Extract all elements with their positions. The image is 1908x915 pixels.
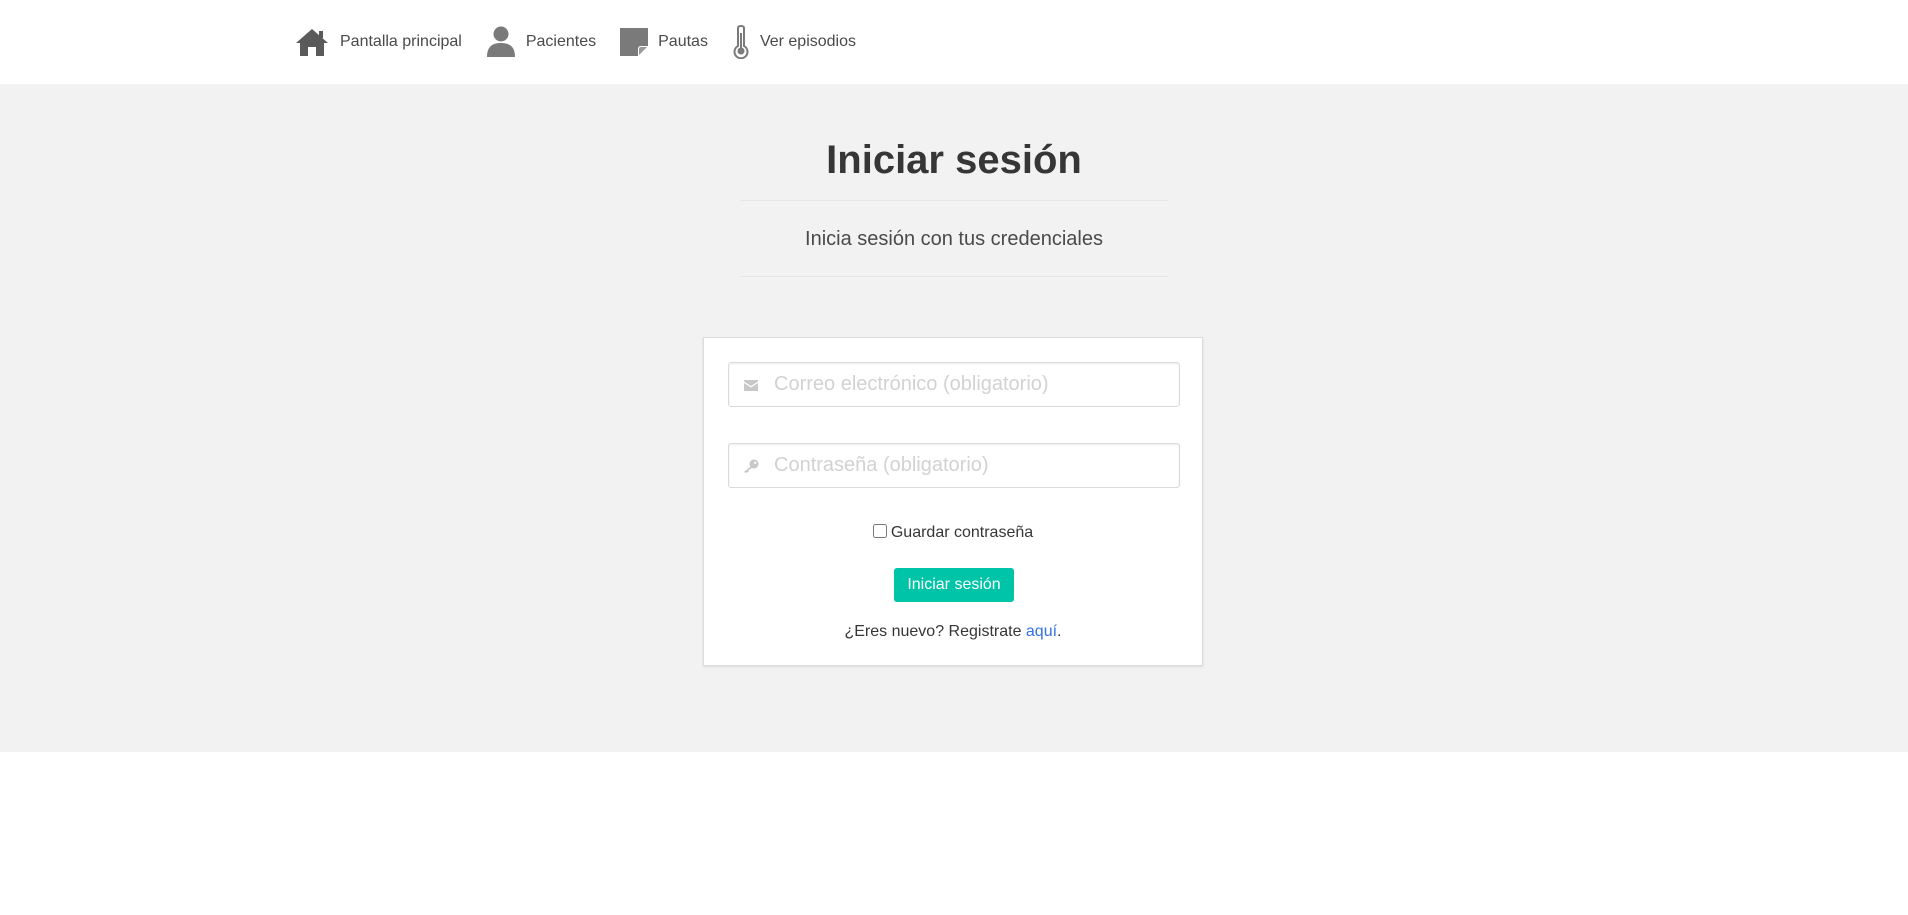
nav-item-patients[interactable]: Pacientes — [486, 26, 596, 58]
home-icon — [294, 27, 330, 57]
register-text: ¿Eres nuevo? Registrate — [844, 623, 1026, 640]
remember-checkbox[interactable] — [872, 524, 887, 538]
nav-items: Pantalla principal Pacientes Pautas Ver … — [294, 25, 880, 59]
email-input[interactable] — [729, 363, 1179, 406]
thermometer-icon — [732, 25, 750, 59]
page-title: Iniciar sesión — [826, 138, 1082, 182]
top-navbar: Pantalla principal Pacientes Pautas Ver … — [0, 0, 1908, 84]
user-icon — [486, 26, 516, 58]
register-suffix: . — [1057, 623, 1062, 640]
divider — [740, 200, 1168, 201]
register-link[interactable]: aquí — [1026, 623, 1057, 640]
login-hero: Iniciar sesión Inicia sesión con tus cre… — [0, 84, 1908, 752]
nav-item-label: Pautas — [658, 33, 708, 50]
nav-item-label: Pacientes — [525, 33, 597, 50]
nav-item-episodes[interactable]: Ver episodios — [732, 25, 856, 59]
nav-item-home[interactable]: Pantalla principal — [294, 27, 462, 57]
password-input[interactable] — [729, 444, 1179, 487]
nav-item-label: Pantalla principal — [340, 33, 462, 50]
remember-label: Guardar contraseña — [890, 524, 1034, 541]
note-icon — [620, 28, 649, 56]
email-field[interactable] — [728, 362, 1180, 407]
login-button[interactable]: Iniciar sesión — [894, 568, 1014, 602]
divider — [740, 276, 1168, 277]
nav-item-label: Ver episodios — [759, 33, 856, 50]
register-prompt: ¿Eres nuevo? Registrate aquí. — [704, 623, 1202, 641]
password-field[interactable] — [728, 443, 1180, 488]
nav-item-guidelines[interactable]: Pautas — [620, 28, 708, 56]
page-subtitle: Inicia sesión con tus credenciales — [805, 228, 1103, 250]
login-form: Guardar contraseña Iniciar sesión ¿Eres … — [703, 337, 1203, 666]
remember-password[interactable]: Guardar contraseña — [704, 524, 1202, 542]
